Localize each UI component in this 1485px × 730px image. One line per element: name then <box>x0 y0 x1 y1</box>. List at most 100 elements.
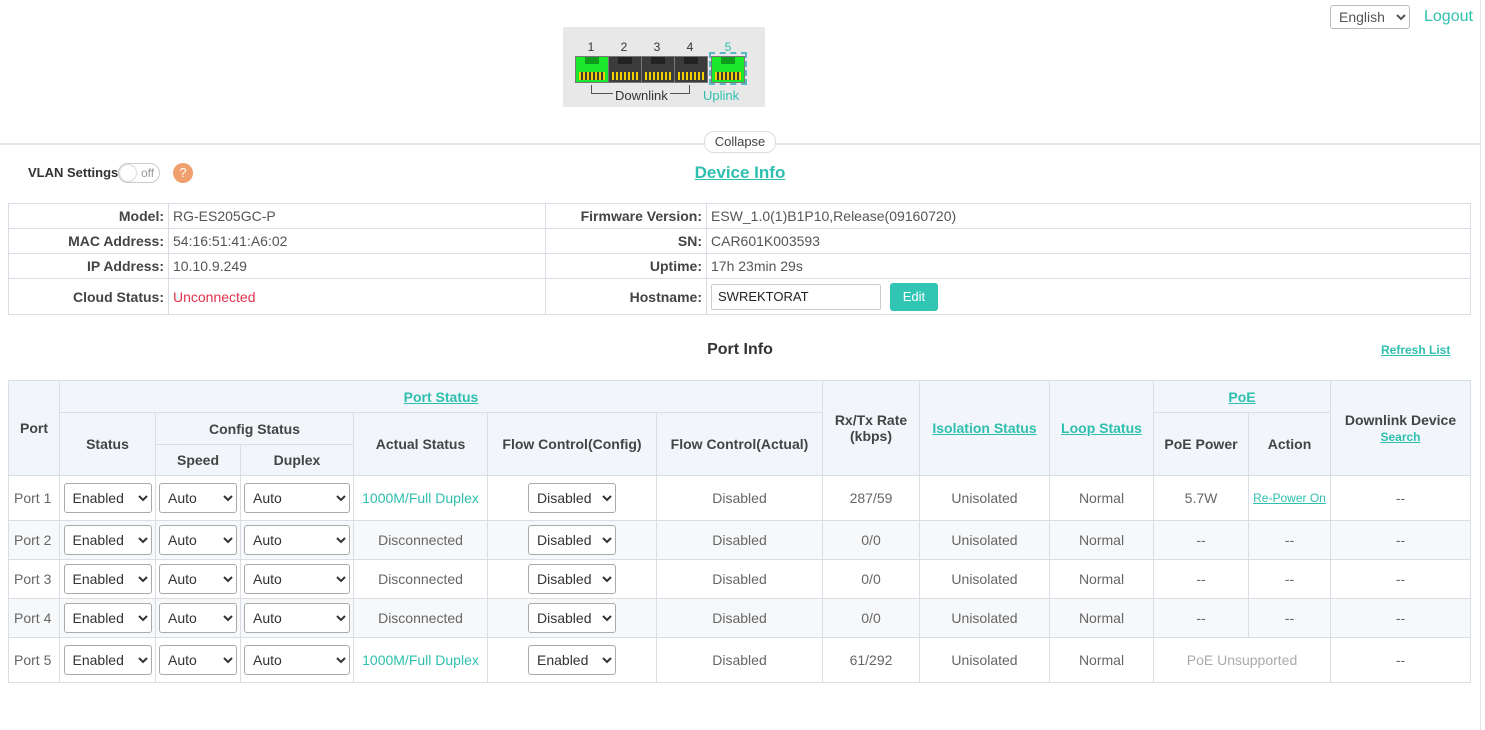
isolation-status: Unisolated <box>919 475 1050 521</box>
status-cell: Enabled <box>59 559 156 599</box>
model-value: RG-ES205GC-P <box>168 203 546 229</box>
speed-cell: Auto <box>155 637 241 683</box>
duplex-select[interactable]: Auto <box>244 525 350 555</box>
flow-actual: Disabled <box>656 637 823 683</box>
header-status: Status <box>59 412 156 476</box>
logout-link[interactable]: Logout <box>1424 8 1473 26</box>
flow-actual: Disabled <box>656 598 823 638</box>
poe-power: -- <box>1153 520 1249 560</box>
duplex-cell: Auto <box>240 559 354 599</box>
header-poe-power: PoE Power <box>1153 412 1249 476</box>
actual-status: 1000M/Full Duplex <box>353 637 488 683</box>
table-row: Port 2 Enabled Auto Auto Disconnected Di… <box>8 520 1471 560</box>
status-select[interactable]: Enabled <box>63 645 152 675</box>
re-power-on-link[interactable]: Re-Power On <box>1248 475 1331 521</box>
speed-select[interactable]: Auto <box>159 564 237 594</box>
header-actual-status: Actual Status <box>353 412 488 476</box>
collapse-button[interactable]: Collapse <box>704 131 776 153</box>
port-number-2: 2 <box>620 40 628 54</box>
ethernet-port-5-icon[interactable] <box>711 56 745 83</box>
port-status-link[interactable]: Port Status <box>404 389 479 405</box>
ethernet-port-1-icon[interactable] <box>575 56 609 83</box>
status-cell: Enabled <box>59 598 156 638</box>
ethernet-port-4-icon[interactable] <box>674 56 708 83</box>
speed-cell: Auto <box>155 559 241 599</box>
refresh-list-link[interactable]: Refresh List <box>1381 343 1450 357</box>
sn-label: SN: <box>545 228 707 254</box>
hostname-input[interactable] <box>711 283 881 310</box>
search-link[interactable]: Search <box>1380 430 1420 444</box>
duplex-select[interactable]: Auto <box>244 603 350 633</box>
status-select[interactable]: Enabled <box>63 564 152 594</box>
rx-tx-rate: 0/0 <box>822 598 920 638</box>
flow-control-select[interactable]: Disabled <box>528 603 616 633</box>
flow-control-select[interactable]: Disabled <box>528 564 616 594</box>
loop-status: Normal <box>1049 559 1154 599</box>
actual-status: Disconnected <box>353 559 488 599</box>
ethernet-port-3-icon[interactable] <box>641 56 675 83</box>
uplink-label: Uplink <box>703 88 740 103</box>
flow-control-select[interactable]: Disabled <box>528 483 616 513</box>
toggle-state-text: off <box>141 166 155 180</box>
ethernet-port-2-icon[interactable] <box>608 56 642 83</box>
header-action: Action <box>1248 412 1331 476</box>
actual-status: Disconnected <box>353 598 488 638</box>
downlink-device-label: Downlink Device <box>1344 412 1457 428</box>
flow-actual: Disabled <box>656 475 823 521</box>
page-scrollbar-edge <box>1480 0 1481 730</box>
header-downlink-device: Downlink Device Search <box>1330 380 1471 476</box>
header-config-status: Config Status <box>155 412 354 445</box>
isolation-status: Unisolated <box>919 598 1050 638</box>
port-name: Port 2 <box>8 520 60 560</box>
vlan-toggle[interactable]: off <box>118 163 160 183</box>
uptime-value: 17h 23min 29s <box>706 253 1471 279</box>
flow-config-cell: Disabled <box>487 598 657 638</box>
speed-select[interactable]: Auto <box>159 603 237 633</box>
port-number-3: 3 <box>653 40 661 54</box>
model-label: Model: <box>8 203 169 229</box>
status-cell: Enabled <box>59 637 156 683</box>
hostname-cell: Edit <box>706 278 1471 315</box>
status-select[interactable]: Enabled <box>63 603 152 633</box>
device-info-title[interactable]: Device Info <box>640 163 840 183</box>
downlink-device: -- <box>1330 520 1471 560</box>
table-row: Port 3 Enabled Auto Auto Disconnected Di… <box>8 559 1471 599</box>
status-select[interactable]: Enabled <box>63 525 152 555</box>
flow-control-select[interactable]: Disabled <box>528 525 616 555</box>
duplex-select[interactable]: Auto <box>244 645 350 675</box>
port-number-4: 4 <box>686 40 694 54</box>
poe-action: -- <box>1248 598 1331 638</box>
info-row: Model: RG-ES205GC-P Firmware Version: ES… <box>8 203 1471 229</box>
poe-power: -- <box>1153 559 1249 599</box>
speed-cell: Auto <box>155 598 241 638</box>
flow-control-select[interactable]: Enabled <box>528 645 616 675</box>
speed-select[interactable]: Auto <box>159 483 237 513</box>
cloud-status-label: Cloud Status: <box>8 278 169 315</box>
poe-link[interactable]: PoE <box>1228 389 1255 405</box>
info-row: Cloud Status: Unconnected Hostname: Edit <box>8 278 1471 315</box>
rx-tx-rate: 0/0 <box>822 520 920 560</box>
poe-action: -- <box>1248 559 1331 599</box>
ip-value: 10.10.9.249 <box>168 253 546 279</box>
flow-actual: Disabled <box>656 559 823 599</box>
loop-status-link[interactable]: Loop Status <box>1061 420 1142 436</box>
edit-button[interactable]: Edit <box>889 282 938 311</box>
flow-config-cell: Disabled <box>487 475 657 521</box>
status-select[interactable]: Enabled <box>63 483 152 513</box>
speed-select[interactable]: Auto <box>159 525 237 555</box>
duplex-cell: Auto <box>240 520 354 560</box>
firmware-value: ESW_1.0(1)B1P10,Release(09160720) <box>706 203 1471 229</box>
mac-value: 54:16:51:41:A6:02 <box>168 228 546 254</box>
info-row: IP Address: 10.10.9.249 Uptime: 17h 23mi… <box>8 253 1471 279</box>
help-icon[interactable]: ? <box>173 163 193 183</box>
duplex-select[interactable]: Auto <box>244 564 350 594</box>
table-row: Port 1 Enabled Auto Auto 1000M/Full Dupl… <box>8 475 1471 521</box>
isolation-status-link[interactable]: Isolation Status <box>932 420 1036 436</box>
speed-select[interactable]: Auto <box>159 645 237 675</box>
language-select[interactable]: English <box>1330 5 1410 29</box>
header-speed: Speed <box>155 444 241 476</box>
poe-power: 5.7W <box>1153 475 1249 521</box>
port-name: Port 1 <box>8 475 60 521</box>
duplex-select[interactable]: Auto <box>244 483 350 513</box>
poe-power: -- <box>1153 598 1249 638</box>
